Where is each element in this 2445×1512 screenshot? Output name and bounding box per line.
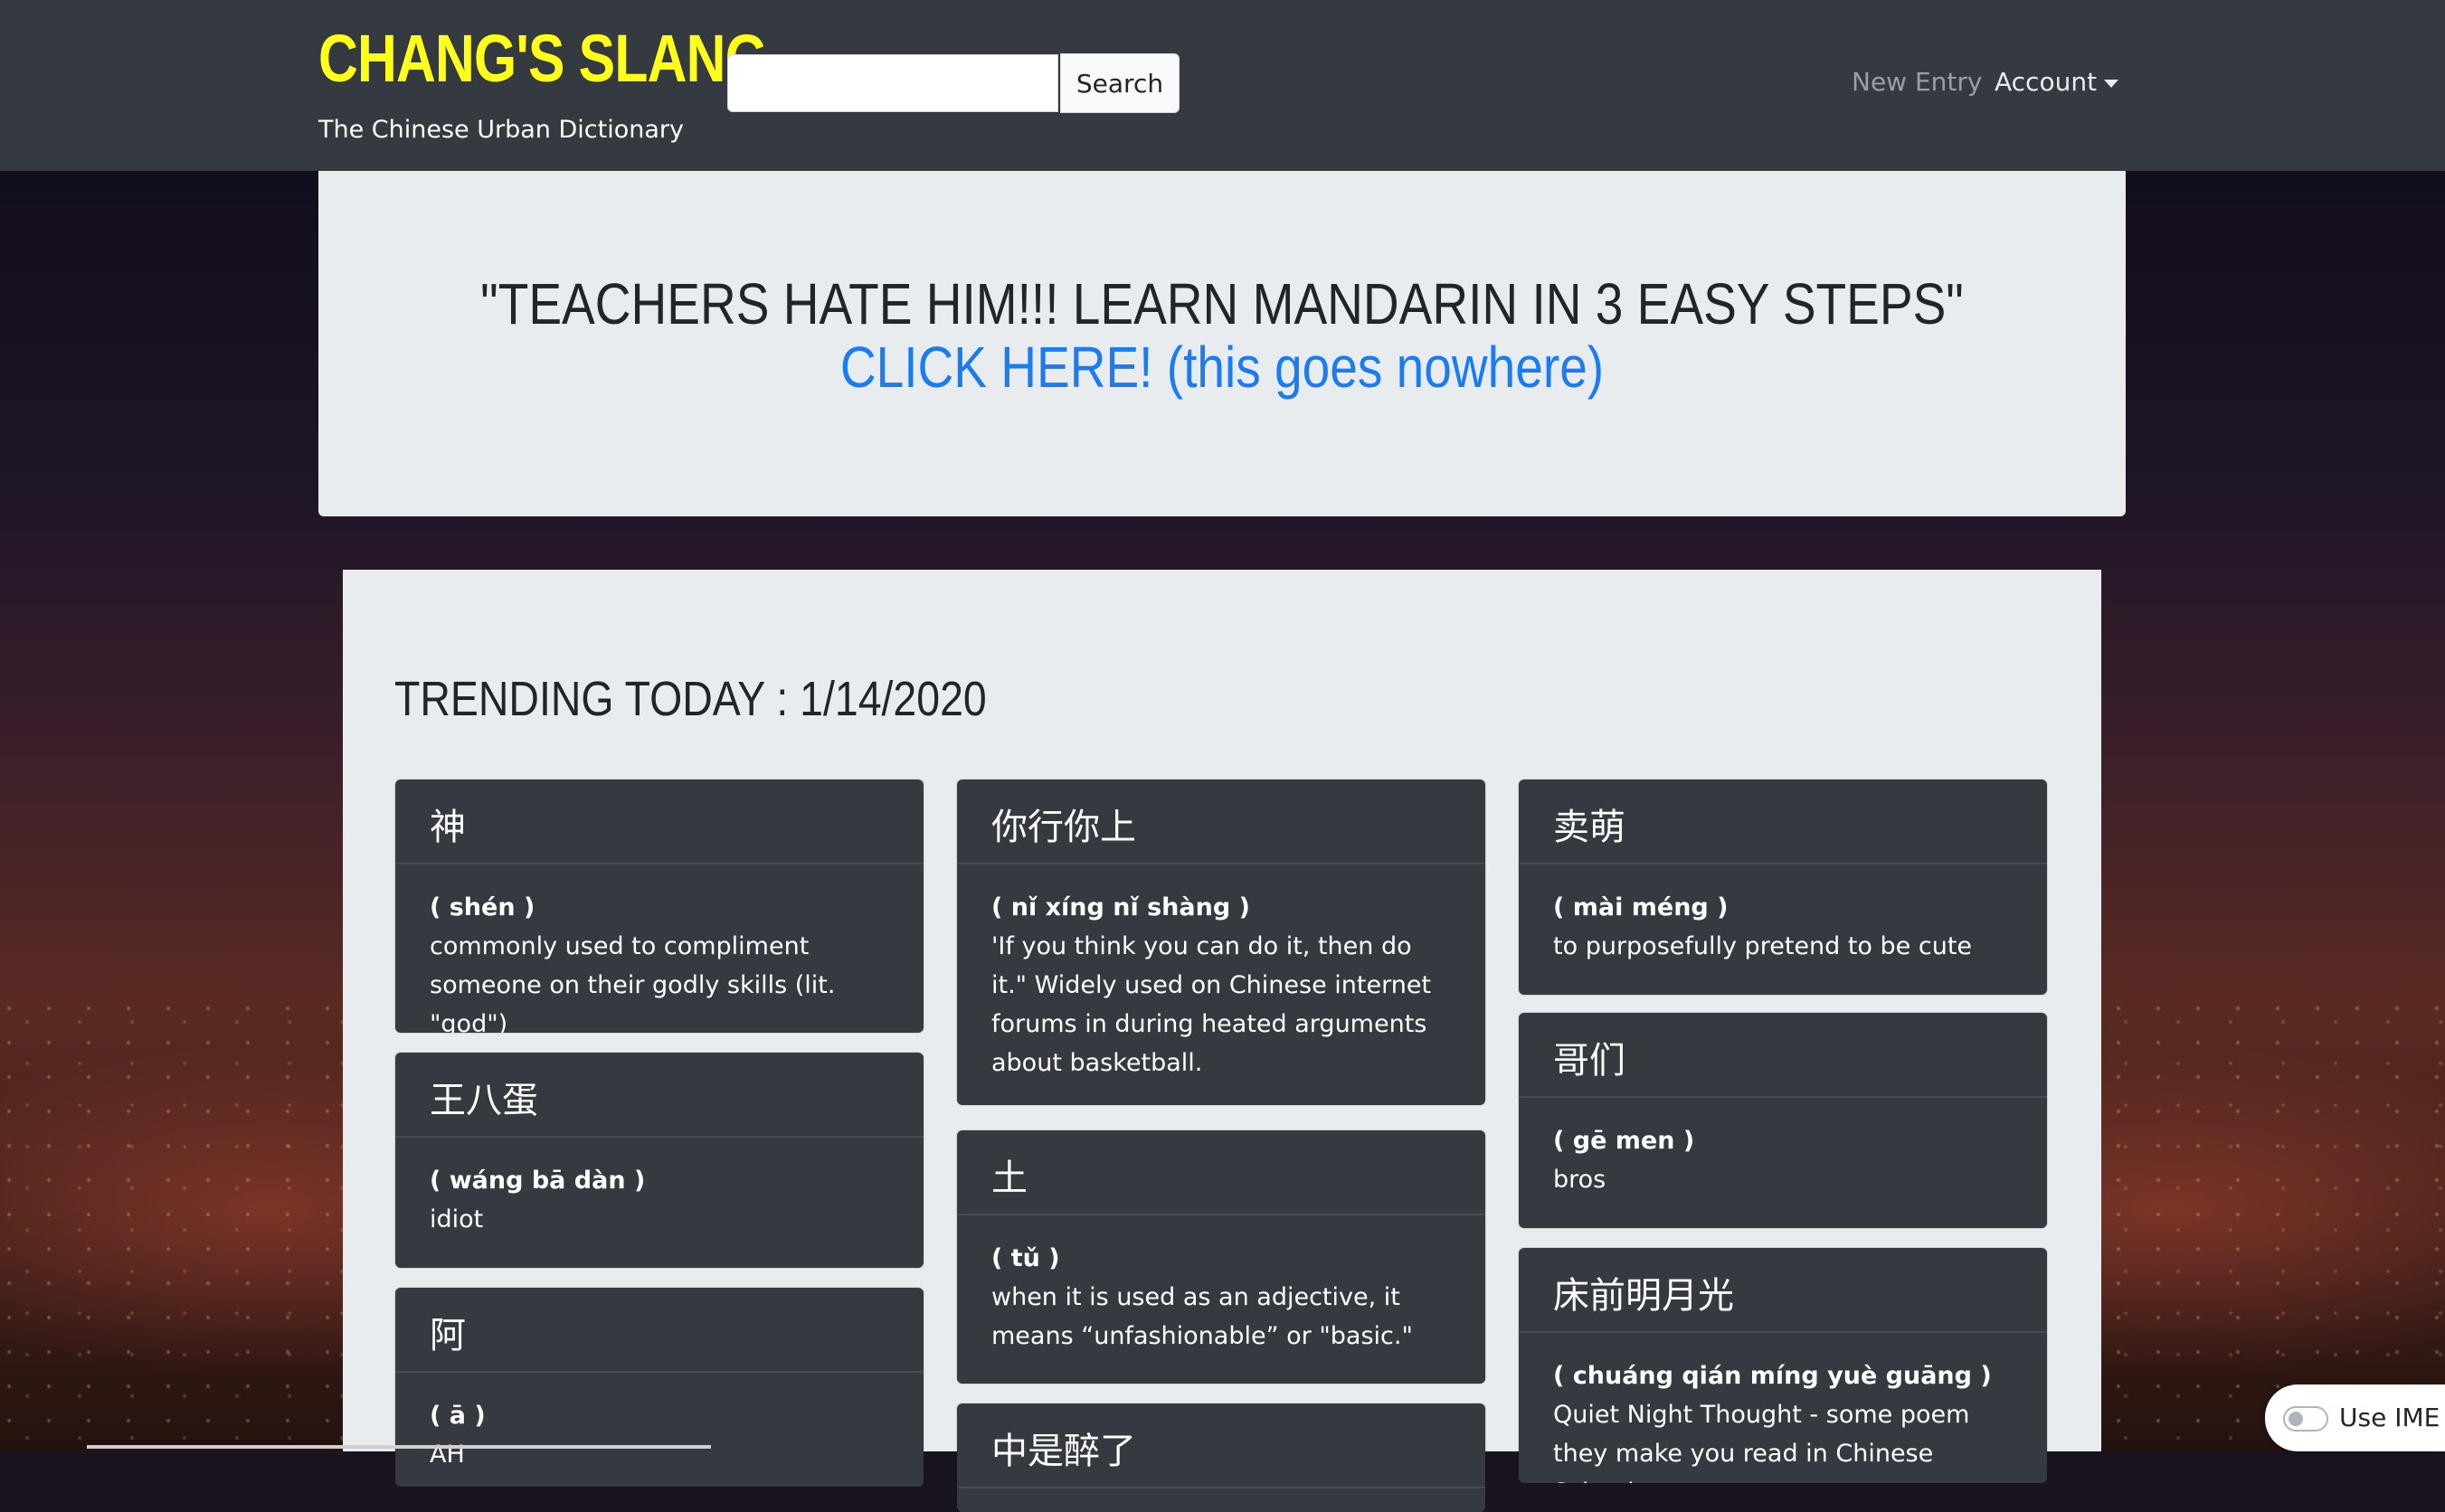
slang-card[interactable]: 王八蛋 ( wáng bā dàn ) idiot [395, 1053, 924, 1268]
slang-card[interactable]: 你行你上 ( nǐ xíng nǐ shàng ) 'If you think … [957, 780, 1485, 1105]
slang-card[interactable]: 卖萌 ( mài méng ) to purposefully pretend … [1519, 780, 2047, 995]
search-button[interactable]: Search [1060, 53, 1180, 113]
card-definition: Quiet Night Thought - some poem they mak… [1553, 1401, 1970, 1483]
card-definition: 'If you think you can do it, then do it.… [991, 932, 1432, 1077]
slang-card[interactable]: 神 ( shén ) commonly used to compliment s… [395, 780, 924, 1033]
navbar: CHANG'S SLANG The Chinese Urban Dictiona… [0, 0, 2445, 171]
caret-down-icon [2104, 79, 2119, 88]
brand-subtitle: The Chinese Urban Dictionary [318, 116, 684, 144]
card-definition: AH [430, 1441, 465, 1469]
card-hanzi: 卖萌 [1519, 780, 2047, 865]
card-pinyin: ( nǐ xíng nǐ shàng ) [991, 893, 1250, 921]
card-hanzi: 神 [395, 780, 924, 865]
card-hanzi: 哥们 [1519, 1013, 2047, 1098]
ad-banner: "TEACHERS HATE HIM!!! LEARN MANDARIN IN … [318, 171, 2126, 516]
card-pinyin: ( gē men ) [1553, 1127, 1695, 1155]
card-hanzi: 你行你上 [957, 780, 1485, 865]
card-pinyin: ( shén ) [430, 893, 535, 921]
slang-card[interactable]: 中是醉了 [957, 1403, 1485, 1512]
card-definition: commonly used to compliment someone on t… [430, 932, 836, 1033]
horizontal-scrollbar[interactable] [87, 1445, 711, 1449]
nav-account-dropdown[interactable]: Account [1995, 67, 2119, 97]
card-pinyin: ( tǔ ) [991, 1244, 1060, 1272]
ad-headline: "TEACHERS HATE HIM!!! LEARN MANDARIN IN … [480, 271, 1964, 336]
nav-new-entry-link[interactable]: New Entry [1852, 67, 1982, 97]
card-hanzi: 王八蛋 [395, 1053, 924, 1138]
card-hanzi: 床前明月光 [1519, 1248, 2047, 1333]
ime-label: Use IME [2339, 1403, 2440, 1432]
switch-knob-icon [2289, 1412, 2303, 1426]
card-definition: bros [1553, 1166, 1606, 1194]
ime-switch[interactable] [2283, 1406, 2328, 1432]
brand-title[interactable]: CHANG'S SLANG [318, 20, 768, 97]
card-definition: idiot [430, 1205, 484, 1233]
card-hanzi: 土 [957, 1130, 1485, 1215]
trending-title: TRENDING TODAY : 1/14/2020 [394, 672, 987, 726]
card-pinyin: ( wáng bā dàn ) [430, 1167, 646, 1195]
trending-panel: TRENDING TODAY : 1/14/2020 神 ( shén ) co… [343, 570, 2101, 1512]
card-hanzi: 阿 [395, 1288, 924, 1373]
card-hanzi: 中是醉了 [957, 1403, 1485, 1488]
ime-toggle[interactable]: Use IME [2265, 1384, 2445, 1451]
ad-click-link[interactable]: CLICK HERE! (this goes nowhere) [445, 334, 1999, 401]
card-definition: when it is used as an adjective, it mean… [991, 1283, 1413, 1350]
card-definition: to purposefully pretend to be cute [1553, 932, 1973, 960]
card-pinyin: ( chuáng qián míng yuè guāng ) [1553, 1362, 1992, 1390]
slang-card[interactable]: 哥们 ( gē men ) bros [1519, 1013, 2047, 1228]
account-label: Account [1995, 67, 2098, 97]
card-pinyin: ( mài méng ) [1553, 893, 1729, 921]
slang-card[interactable]: 土 ( tǔ ) when it is used as an adjective… [957, 1130, 1485, 1384]
card-pinyin: ( ā ) [430, 1402, 486, 1430]
search-input[interactable] [727, 54, 1058, 112]
slang-card[interactable]: 阿 ( ā ) AH [395, 1288, 924, 1487]
slang-card[interactable]: 床前明月光 ( chuáng qián míng yuè guāng ) Qui… [1519, 1248, 2047, 1483]
